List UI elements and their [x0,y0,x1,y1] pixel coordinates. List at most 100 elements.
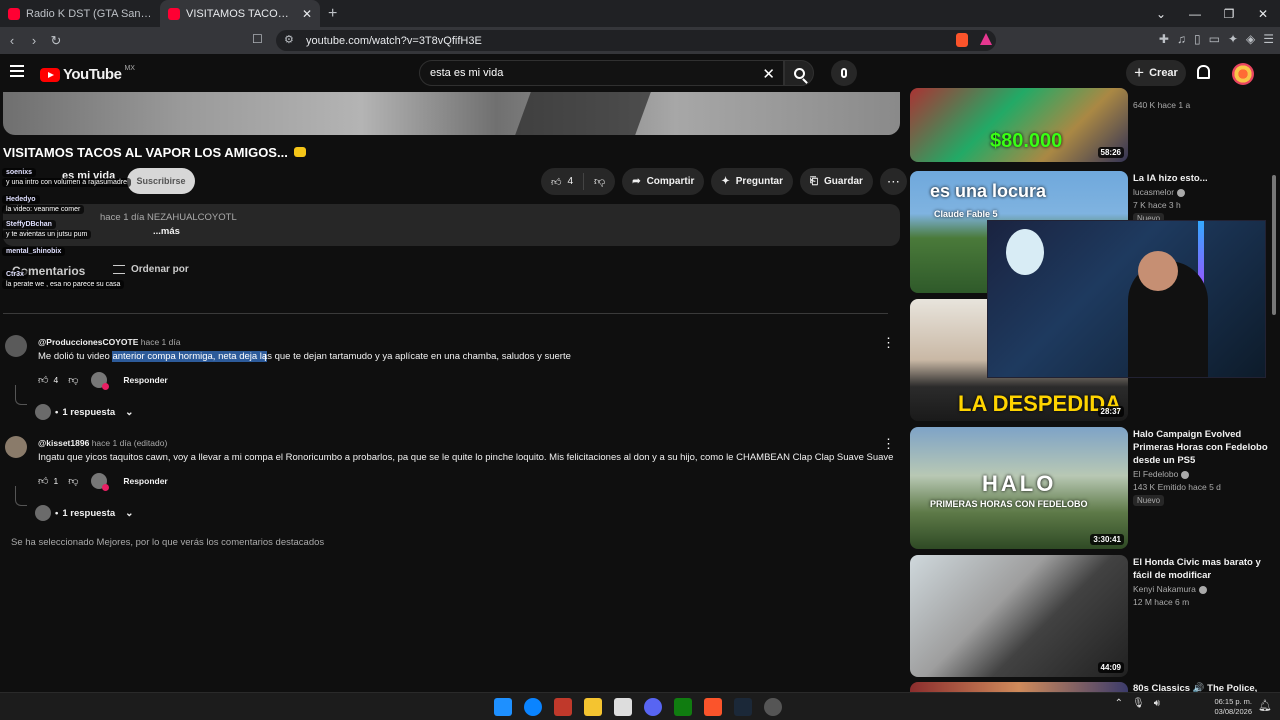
video-title[interactable]: La IA hizo esto... [1133,172,1275,185]
site-info-icon[interactable]: ⚙ [284,33,294,46]
browser-tab-bar: Radio K DST (GTA San Andreas) ( VISITAMO… [0,0,1280,27]
brave-rewards-icon[interactable] [980,33,992,45]
extensions-icon[interactable]: ✚ [1159,32,1169,46]
video-duration: 3:30:41 [1090,534,1124,545]
ask-button[interactable]: ✦ Preguntar [711,168,793,195]
comment-menu-icon[interactable]: ⋮ [882,335,895,351]
comment-actions: 👍︎ 4 👎︎ Responder [38,372,168,390]
media-app-icon[interactable] [554,698,572,716]
tray-overflow-icon[interactable]: ⌃ [1115,698,1123,709]
thumbs-up-icon[interactable]: 👍︎ [38,475,48,487]
app-icon[interactable] [614,698,632,716]
media-icon[interactable]: ♫ [1177,32,1186,46]
thumbs-up-icon[interactable]: 👍︎ [38,374,48,386]
reload-icon[interactable]: ↻ [46,33,66,49]
stream-chat-overlay: soenixs y una intro con volumen a rajasu… [2,168,198,290]
menu-icon[interactable]: ☰ [1263,32,1274,46]
leo-icon[interactable]: ✦ [1228,32,1238,46]
bullet: • [55,406,59,418]
chevron-down-icon: ⌄ [125,406,134,418]
like-dislike-group: 👍︎ 4 👎︎ [541,168,616,195]
thread-line [15,486,27,506]
volume-icon[interactable]: 🔊︎ [1154,698,1160,709]
maximize-icon[interactable]: ❐ [1212,7,1246,21]
scrollbar-thumb[interactable] [1272,175,1276,315]
obs-icon[interactable] [764,698,782,716]
video-channel[interactable]: Kenyi Nakamura [1133,584,1207,594]
logo-text: YouTube [63,66,122,83]
tab-list-chevron-icon[interactable]: ⌄ [1144,7,1178,21]
like-button[interactable]: 👍︎ 4 [541,173,585,190]
verified-icon [1198,585,1207,594]
replies-toggle[interactable]: • 1 respuesta ⌄ [35,404,134,420]
verified-icon [1181,470,1190,479]
video-title[interactable]: Halo Campaign Evolved Primeras Horas con… [1133,428,1275,467]
share-button[interactable]: ➦ Compartir [622,168,705,195]
discord-icon[interactable] [644,698,662,716]
commenter-avatar[interactable] [5,436,27,458]
reply-button[interactable]: Responder [123,476,167,486]
tab-visitamos-tacos[interactable]: VISITAMOS TACOS AL VAPOR LO ✕ [160,0,320,27]
video-channel[interactable]: lucasmelor [1133,187,1186,197]
create-button[interactable]: + Crear [1126,60,1186,86]
video-channel[interactable]: El Fedelobo [1133,469,1190,479]
edge-icon[interactable] [524,698,542,716]
video-thumbnail[interactable] [910,682,1128,692]
video-thumbnail[interactable]: HALO PRIMERAS HORAS CON FEDELOBO 3:30:41 [910,427,1128,549]
youtube-logo[interactable]: YouTube MX [40,65,135,83]
thumbs-down-icon[interactable]: 👎︎ [68,475,78,487]
system-clock[interactable]: 06:15 p. m. 03/08/2026 [1214,697,1252,717]
search-input[interactable]: esta es mi vida ✕ [419,60,784,86]
brave-icon[interactable] [704,698,722,716]
windows-start-icon[interactable] [494,698,512,716]
dislike-button[interactable]: 👎︎ [584,175,615,188]
steam-icon[interactable] [734,698,752,716]
search-button[interactable] [784,60,814,86]
selected-text: anterior compa hormiga, neta deja la [112,351,268,362]
bullet: • [55,507,59,519]
thumbs-down-icon[interactable]: 👎︎ [68,374,78,386]
minimize-icon[interactable]: — [1178,7,1212,21]
emoji-icon [293,147,306,157]
replies-toggle[interactable]: • 1 respuesta ⌄ [35,505,134,521]
reply-button[interactable]: Responder [123,375,167,385]
save-button[interactable]: ⎗ Guardar [800,168,873,195]
comment-menu-icon[interactable]: ⋮ [882,436,895,452]
forward-icon[interactable]: › [24,33,44,48]
account-avatar[interactable] [1232,63,1254,85]
back-icon[interactable]: ‹ [2,33,22,48]
youtube-play-icon [40,67,60,82]
brave-shields-icon[interactable] [956,33,968,47]
file-explorer-icon[interactable] [584,698,602,716]
close-window-icon[interactable]: ✕ [1246,7,1280,21]
tab-radio-k[interactable]: Radio K DST (GTA San Andreas) ( [0,0,160,27]
vpn-icon[interactable]: ◈ [1246,32,1255,46]
thumbs-up-icon: 👍︎ [551,176,562,188]
notifications-bell-icon[interactable] [1197,65,1210,79]
streamer-webcam [987,220,1266,378]
address-bar[interactable]: ⚙ youtube.com/watch?v=3T8vQfifH3E [276,30,996,51]
bookmark-icon[interactable]: ☐ [252,32,263,46]
video-player[interactable] [3,92,900,135]
xbox-icon[interactable] [674,698,692,716]
more-actions-icon[interactable]: ⋯ [879,168,907,195]
mic-icon[interactable]: 🎙︎ [1132,698,1145,709]
sidebar-scrollbar[interactable] [1272,95,1276,685]
wallet-icon[interactable]: ▭ [1209,32,1220,46]
hamburger-menu-icon[interactable] [10,65,24,77]
notification-icon[interactable]: 🔔︎ [1258,699,1272,712]
commenter-avatar[interactable] [5,335,27,357]
text-cursor-icon: I [264,353,267,364]
new-tab-button[interactable]: + [320,5,345,23]
comment-header: @kisset1896 hace 1 día (editado) [38,438,168,448]
voice-search-button[interactable] [831,60,857,86]
sidebar-icon[interactable]: ▯ [1194,32,1201,46]
video-thumbnail[interactable]: 44:09 [910,555,1128,677]
video-meta: 640 K hace 1 a [1133,100,1191,110]
comment-text: Me dolió tu video anterior compa hormiga… [38,351,571,362]
region-code: MX [124,65,135,72]
video-thumbnail[interactable]: $80.000 58:26 [910,88,1128,162]
close-tab-icon[interactable]: ✕ [302,7,312,21]
clear-search-icon[interactable]: ✕ [762,65,775,83]
video-title[interactable]: El Honda Civic mas barato y fácil de mod… [1133,556,1275,582]
